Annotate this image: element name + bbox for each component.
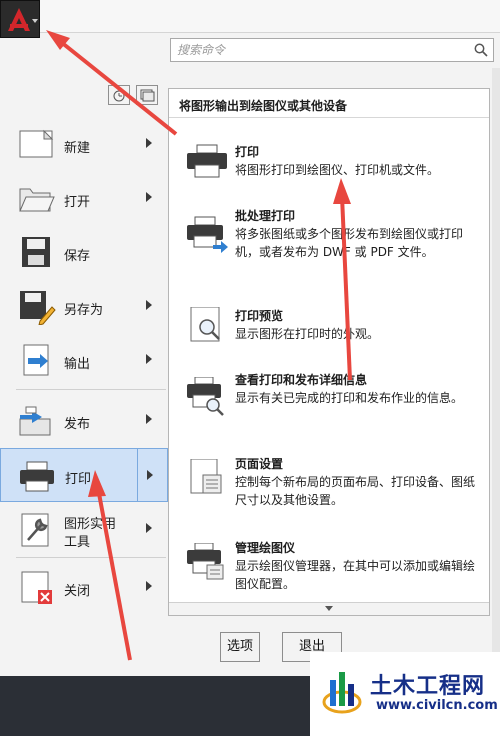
submenu-item-desc: 显示有关已完成的打印和发布作业的信息。 [235, 391, 464, 405]
publish-icon [19, 406, 51, 436]
menu-item-open-label: 打开 [64, 195, 91, 210]
chevron-right-icon[interactable] [147, 470, 153, 480]
split-button-divider [137, 449, 138, 501]
plot-details-icon [187, 377, 224, 416]
chevron-right-icon [146, 354, 152, 364]
menu-divider [16, 389, 166, 390]
save-as-icon [20, 291, 56, 325]
application-menu-window: 搜索命令 新建 打开 保存 另存为 输出 发布 打印 图形实用 工具 关闭 将图… [0, 0, 500, 736]
submenu-item-title: 页面设置 [235, 457, 284, 471]
chevron-down-icon [325, 606, 333, 611]
submenu-item-desc: 显示图形在打印时的外观。 [235, 327, 380, 341]
submenu-scroll-down[interactable] [169, 602, 489, 615]
title-bar [0, 0, 500, 33]
submenu-item-title: 打印预览 [235, 309, 284, 323]
menu-item-drawing-utilities[interactable]: 图形实用 工具 [0, 502, 168, 556]
menu-item-save[interactable]: 保存 [0, 225, 168, 279]
submenu-item-desc: 将图形打印到绘图仪、打印机或文件。 [235, 163, 440, 177]
options-button[interactable]: 选项 [220, 632, 260, 662]
search-placeholder: 搜索命令 [177, 43, 226, 57]
search-icon[interactable] [474, 43, 488, 57]
menu-item-close[interactable]: 关闭 [0, 560, 168, 614]
menu-item-save-as[interactable]: 另存为 [0, 279, 168, 333]
submenu-title-divider [169, 117, 489, 118]
submenu-item-title: 批处理打印 [235, 209, 296, 223]
watermark-title: 土木工程网 [370, 674, 486, 699]
menu-item-export-label: 输出 [64, 357, 91, 372]
application-button[interactable] [0, 0, 40, 38]
page-setup-icon [190, 459, 222, 494]
chevron-right-icon [146, 192, 152, 202]
plotter-manager-icon [187, 543, 224, 580]
recent-documents-icon[interactable] [108, 85, 130, 105]
submenu-item-title: 打印 [235, 145, 260, 159]
right-edge [492, 68, 500, 668]
menu-item-publish[interactable]: 发布 [0, 393, 168, 447]
export-icon [23, 344, 49, 376]
printer-icon [20, 461, 54, 492]
chevron-right-icon [146, 300, 152, 310]
plot-preview-icon [190, 307, 220, 342]
submenu-item-title: 查看打印和发布详细信息 [235, 373, 368, 387]
menu-item-open[interactable]: 打开 [0, 171, 168, 225]
batch-plot-icon [187, 216, 228, 253]
drawing-utilities-icon [21, 513, 49, 547]
watermark-logo: 土木工程网 www.civilcn.com [310, 652, 500, 736]
chevron-right-icon [146, 414, 152, 424]
watermark-url: www.civilcn.com [376, 698, 498, 713]
menu-item-save-label: 保存 [64, 249, 91, 264]
menu-item-print-label: 打印 [65, 472, 92, 487]
submenu-item-title: 管理绘图仪 [235, 541, 296, 555]
submenu-item-desc: 控制每个新布局的页面布局、打印设备、图纸尺寸以及其他设置。 [235, 475, 476, 507]
menu-item-new[interactable]: 新建 [0, 117, 168, 171]
submenu-item-desc: 显示绘图仪管理器，在其中可以添加或编辑绘图仪配置。 [235, 559, 476, 591]
close-doc-icon [21, 571, 52, 604]
chevron-right-icon [146, 581, 152, 591]
open-folder-icon [19, 188, 55, 212]
menu-item-drawing-utilities-label-1: 图形实用 [64, 517, 117, 532]
new-doc-icon [19, 129, 54, 158]
menu-item-close-label: 关闭 [64, 584, 91, 599]
menu-item-publish-label: 发布 [64, 417, 91, 432]
menu-item-drawing-utilities-label-2: 工具 [64, 535, 91, 550]
open-documents-icon[interactable] [136, 85, 158, 105]
save-icon [22, 237, 50, 267]
menu-item-save-as-label: 另存为 [64, 303, 104, 318]
submenu-item-desc: 将多张图纸或多个图形发布到绘图仪或打印机，或者发布为 DWF 或 PDF 文件。 [235, 227, 464, 259]
search-commands-input[interactable]: 搜索命令 [170, 38, 494, 62]
submenu-title: 将图形输出到绘图仪或其他设备 [179, 99, 348, 113]
menu-item-export[interactable]: 输出 [0, 333, 168, 387]
menu-item-new-label: 新建 [64, 141, 91, 156]
menu-item-print[interactable]: 打印 [0, 448, 168, 502]
chevron-right-icon [146, 138, 152, 148]
chevron-right-icon [146, 523, 152, 533]
menu-divider [16, 557, 166, 558]
autocad-logo-icon [8, 8, 38, 31]
civilcn-logo-icon [322, 672, 362, 714]
print-submenu-panel: 将图形输出到绘图仪或其他设备 打印 将图形打印到绘图仪、打印机或文件。 批处理打… [168, 88, 490, 616]
printer-icon [187, 144, 227, 178]
